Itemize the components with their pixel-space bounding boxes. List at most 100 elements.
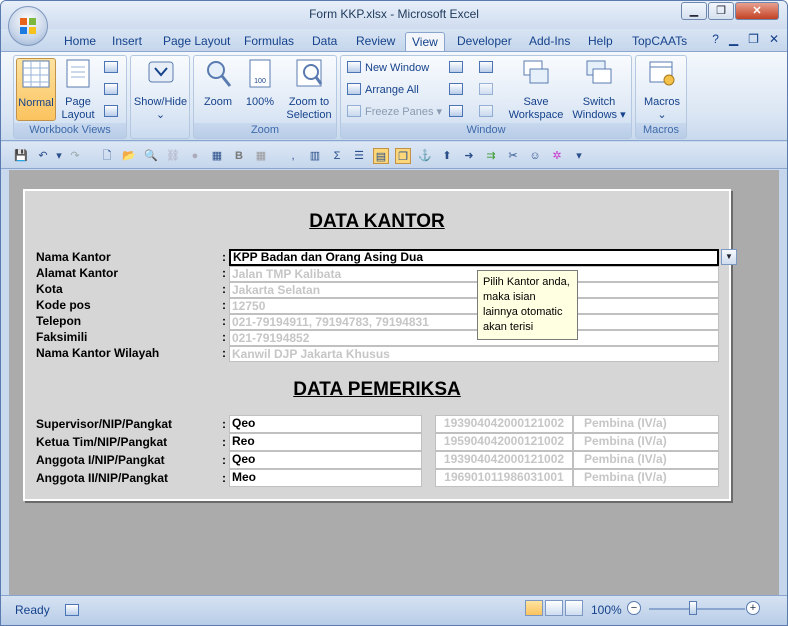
- macros-button[interactable]: Macros ⌄: [638, 58, 686, 121]
- ketua-tim-pangkat-field[interactable]: Pembina (IV/a): [573, 433, 719, 451]
- ribbon-minimize-icon[interactable]: ▁: [729, 32, 738, 46]
- chart-icon[interactable]: ▥: [307, 148, 323, 164]
- telepon-field[interactable]: 021-79194911, 79194783, 79194831: [229, 314, 719, 330]
- normal-view-button[interactable]: Normal: [16, 58, 56, 121]
- vertical-scrollbar[interactable]: [779, 170, 787, 595]
- supervisor-nip-field[interactable]: 193904042000121002: [435, 415, 573, 433]
- tab-page-layout[interactable]: Page Layout: [157, 32, 236, 51]
- smiley-icon[interactable]: ☺: [527, 148, 543, 164]
- zoom-to-selection-button[interactable]: Zoom to Selection: [282, 58, 336, 121]
- ribbon-close-icon[interactable]: ✕: [769, 32, 779, 46]
- kota-field[interactable]: Jakarta Selatan: [229, 282, 719, 298]
- ribbon-restore-icon[interactable]: ❐: [748, 32, 759, 46]
- up-arrow-icon[interactable]: ⬆: [439, 148, 455, 164]
- tab-data[interactable]: Data: [306, 32, 343, 51]
- comma-icon[interactable]: ,: [285, 148, 301, 164]
- zoom-slider-thumb[interactable]: [689, 601, 697, 615]
- synchronous-scrolling-icon[interactable]: [479, 82, 497, 96]
- switch-windows-button[interactable]: Switch Windows ▾: [567, 58, 631, 121]
- help-icon[interactable]: ?: [712, 32, 719, 46]
- freeze-panes-button[interactable]: Freeze Panes ▾: [347, 103, 442, 121]
- tab-home[interactable]: Home: [58, 32, 102, 51]
- page-break-status-button[interactable]: [565, 600, 583, 616]
- save-icon[interactable]: 💾: [13, 148, 29, 164]
- new-window-button[interactable]: New Window: [347, 59, 429, 77]
- page-break-preview-icon[interactable]: [104, 60, 122, 74]
- custom-views-icon[interactable]: [104, 82, 122, 96]
- dropdown-arrow-icon[interactable]: ▼: [721, 249, 737, 265]
- new-document-icon[interactable]: 🗋: [99, 148, 115, 164]
- link-icon[interactable]: ⛓: [165, 148, 181, 164]
- zoom-100-button[interactable]: 100 100%: [240, 58, 280, 121]
- anggota-2-pangkat-field[interactable]: Pembina (IV/a): [573, 469, 719, 487]
- alamat-kantor-field[interactable]: Jalan TMP Kalibata: [229, 266, 719, 282]
- macro-record-icon[interactable]: [65, 604, 79, 616]
- undo-icon[interactable]: ↶: [35, 148, 51, 164]
- anggota-1-nip-field[interactable]: 193904042000121002: [435, 451, 573, 469]
- normal-view-status-button[interactable]: [525, 600, 543, 616]
- hide-icon[interactable]: [449, 82, 467, 96]
- tab-review[interactable]: Review: [350, 32, 401, 51]
- anggota-1-name-field[interactable]: Qeo: [229, 451, 422, 469]
- tools-icon[interactable]: ✂: [505, 148, 521, 164]
- zoom-in-button[interactable]: +: [746, 601, 760, 615]
- group-label-macros: Macros: [636, 123, 686, 138]
- zoom-level[interactable]: 100%: [591, 603, 622, 617]
- active-tool-icon[interactable]: ▤: [373, 148, 389, 164]
- anggota-1-pangkat-field[interactable]: Pembina (IV/a): [573, 451, 719, 469]
- open-folder-icon[interactable]: 📂: [121, 148, 137, 164]
- anchor-icon[interactable]: ⚓: [417, 148, 433, 164]
- page-layout-status-button[interactable]: [545, 600, 563, 616]
- tab-formulas[interactable]: Formulas: [238, 32, 300, 51]
- faksimili-field[interactable]: 021-79194852: [229, 330, 719, 346]
- show-hide-button[interactable]: Show/Hide ⌄: [133, 58, 188, 121]
- heading-data-pemeriksa: DATA PEMERIKSA: [293, 379, 461, 400]
- arrange-all-button[interactable]: Arrange All: [347, 81, 419, 99]
- office-button[interactable]: [8, 6, 48, 46]
- tab-topcaats[interactable]: TopCAATs: [626, 32, 693, 51]
- tab-add-ins[interactable]: Add-Ins: [523, 32, 576, 51]
- zoom-slider[interactable]: [649, 608, 745, 610]
- circle-icon[interactable]: ●: [187, 148, 203, 164]
- anggota-2-name-field[interactable]: Meo: [229, 469, 422, 487]
- tab-help[interactable]: Help: [582, 32, 619, 51]
- redo-icon[interactable]: ↷: [67, 148, 83, 164]
- supervisor-name-field[interactable]: Qeo: [229, 415, 422, 433]
- borders-icon[interactable]: ▦: [253, 148, 269, 164]
- anggota-2-nip-field[interactable]: 196901011986031001: [435, 469, 573, 487]
- maximize-button[interactable]: ❐: [708, 2, 734, 20]
- autosum-icon[interactable]: Σ: [329, 148, 345, 164]
- nama-kantor-wilayah-field[interactable]: Kanwil DJP Jakarta Khusus: [229, 346, 719, 362]
- full-screen-icon[interactable]: [104, 104, 122, 118]
- kode-pos-field[interactable]: 12750: [229, 298, 719, 314]
- minimize-button[interactable]: ▁: [681, 2, 707, 20]
- tab-insert[interactable]: Insert: [106, 32, 148, 51]
- tab-developer[interactable]: Developer: [451, 32, 518, 51]
- form-icon[interactable]: ▦: [209, 148, 225, 164]
- save-workspace-button[interactable]: Save Workspace: [505, 58, 567, 121]
- new-window-icon: [347, 61, 361, 73]
- view-side-by-side-icon[interactable]: [479, 60, 497, 74]
- customize-toolbar-icon[interactable]: ▾: [571, 148, 587, 164]
- form-list-icon[interactable]: ☰: [351, 148, 367, 164]
- ketua-tim-nip-field[interactable]: 195904042000121002: [435, 433, 573, 451]
- reset-window-position-icon[interactable]: [479, 104, 497, 118]
- bold-icon[interactable]: B: [231, 148, 247, 164]
- unhide-icon[interactable]: [449, 104, 467, 118]
- supervisor-pangkat-field[interactable]: Pembina (IV/a): [573, 415, 719, 433]
- window-tool-icon[interactable]: ❐: [395, 148, 411, 164]
- right-arrow-icon[interactable]: ➜: [461, 148, 477, 164]
- double-arrow-icon[interactable]: ⇉: [483, 148, 499, 164]
- zoom-out-button[interactable]: −: [627, 601, 641, 615]
- print-preview-icon[interactable]: 🔍: [143, 148, 159, 164]
- sparkle-icon[interactable]: ✲: [549, 148, 565, 164]
- undo-dropdown-icon[interactable]: ▾: [51, 148, 67, 164]
- tab-view[interactable]: View: [405, 32, 445, 51]
- zoom-button[interactable]: Zoom: [198, 58, 238, 121]
- close-button[interactable]: ✕: [735, 2, 779, 20]
- nama-kantor-select[interactable]: KPP Badan dan Orang Asing Dua: [229, 249, 719, 266]
- ketua-tim-name-field[interactable]: Reo: [229, 433, 422, 451]
- page-layout-view-button[interactable]: Page Layout: [58, 58, 98, 121]
- office-logo-icon: [20, 18, 36, 34]
- split-icon[interactable]: [449, 60, 467, 74]
